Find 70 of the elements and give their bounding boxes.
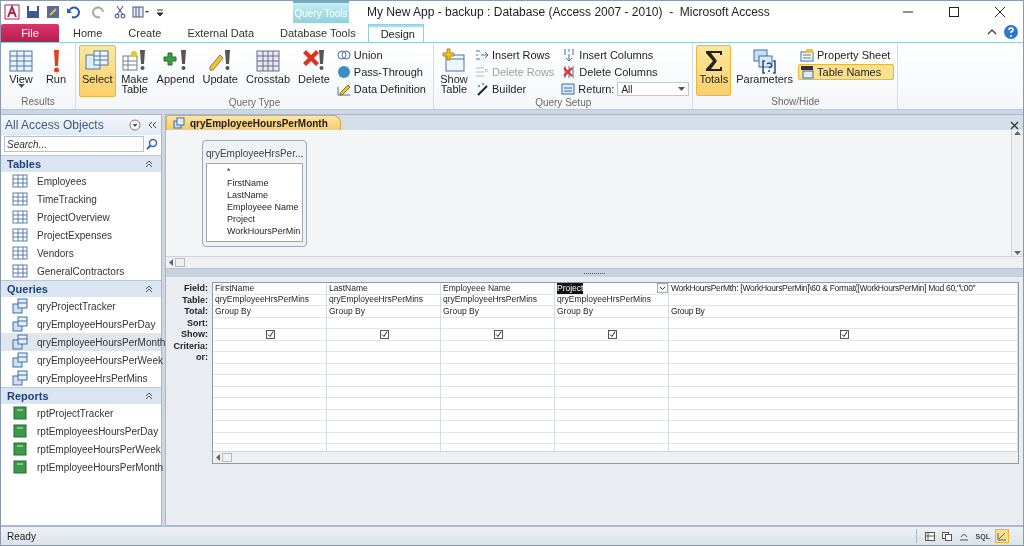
field-cell[interactable]: Employeee Name: [441, 283, 554, 295]
field-cell[interactable]: LastName: [327, 283, 440, 295]
total-cell[interactable]: Group By: [555, 306, 668, 318]
row-label: Total:: [183, 306, 209, 318]
ribbon-button[interactable]: Crosstab: [243, 45, 294, 97]
group-label: Show/Hide: [770, 96, 821, 109]
ribbon-button[interactable]: Run: [40, 45, 72, 96]
field-name[interactable]: *: [227, 166, 231, 178]
ribbon-button[interactable]: Insert Rows: [473, 47, 559, 63]
ribbon-button[interactable]: Table Names: [798, 64, 895, 80]
row-label: Table:: [181, 294, 209, 306]
ribbon-button[interactable]: Union: [334, 47, 430, 63]
nav-section-title[interactable]: Queries: [7, 283, 48, 295]
ribbon-tab[interactable]: File: [1, 24, 59, 42]
ribbon-button[interactable]: Pass-Through: [334, 64, 430, 80]
field-name[interactable]: Employeee Name: [227, 202, 299, 214]
field-name[interactable]: LastName: [227, 190, 269, 202]
ribbon-tab[interactable]: Create: [116, 24, 174, 42]
total-cell[interactable]: Group By: [327, 306, 440, 318]
status-text: Ready: [7, 530, 36, 542]
ribbon-button[interactable]: Select: [79, 45, 116, 97]
ribbon-button[interactable]: Parameters: [733, 45, 797, 96]
total-cell[interactable]: Group By: [669, 306, 1017, 318]
table-cell[interactable]: qryEmployeeHrsPerMins: [555, 294, 668, 306]
ribbon-button[interactable]: View: [4, 45, 38, 96]
row-label: Show:: [180, 329, 209, 341]
group-label: Results: [20, 96, 56, 109]
field-name[interactable]: Project: [227, 214, 255, 226]
context-label: Query Tools: [293, 1, 349, 23]
nav-section-title[interactable]: Tables: [7, 158, 42, 170]
group-label: Query Setup: [534, 97, 593, 109]
field-name[interactable]: FirstName: [227, 178, 269, 190]
ribbon-button[interactable]: Append: [153, 45, 198, 97]
field-cell[interactable]: WorkHoursPerMth: [WorkHoursPerMin]\60 & Format([WorkHoursPerMin] Mod 60,"\:00": [669, 283, 1017, 295]
document-tab[interactable]: qryEmployeeHoursPerMonth: [166, 115, 341, 130]
nav-pane-title: All Access Objects: [5, 118, 104, 132]
ribbon-button[interactable]: Data Definition: [334, 81, 430, 97]
ribbon-button[interactable]: Show Table: [437, 45, 471, 97]
group-label: Query Type: [227, 97, 282, 109]
row-label: Field:: [183, 283, 209, 295]
return-label: Return:: [578, 83, 615, 95]
ribbon-tab[interactable]: Database Tools: [268, 24, 368, 42]
ribbon-tab[interactable]: External Data: [175, 24, 267, 42]
nav-section-title[interactable]: Reports: [7, 390, 49, 402]
window-title: My New App - backup : Database (Access 2007 - 2010) - Microsoft Access: [366, 4, 771, 21]
row-label: or:: [195, 352, 209, 364]
field-list-title: qryEmployeeHrsPer...: [206, 147, 303, 161]
ribbon-button[interactable]: Totals: [696, 45, 732, 96]
table-cell[interactable]: qryEmployeeHrsPerMins: [327, 294, 440, 306]
ribbon-tab[interactable]: Design: [367, 24, 424, 42]
ribbon-button[interactable]: Builder: [473, 81, 559, 97]
ribbon-button[interactable]: Property Sheet: [798, 47, 895, 63]
row-label: Criteria:: [172, 340, 209, 352]
total-cell[interactable]: Group By: [213, 306, 326, 318]
table-cell[interactable]: qryEmployeeHrsPerMins: [213, 294, 326, 306]
ribbon-button[interactable]: Update: [199, 45, 241, 97]
ribbon-button[interactable]: Delete: [295, 45, 333, 97]
return-dropdown[interactable]: All: [617, 82, 690, 96]
field-cell[interactable]: Project: [555, 283, 668, 295]
field-cell[interactable]: FirstName: [213, 283, 326, 295]
row-label: Sort:: [186, 317, 209, 329]
search-field[interactable]: Search...: [4, 136, 144, 152]
ribbon-button[interactable]: Delete Columns: [560, 64, 690, 80]
ribbon-button[interactable]: Insert Columns: [560, 47, 690, 63]
field-list-window[interactable]: qryEmployeeHrsPer... * FirstName LastName Employeee Name Project WorkHoursPerMin: [202, 140, 307, 247]
ribbon-button[interactable]: Make Table: [117, 45, 152, 97]
field-name[interactable]: WorkHoursPerMin: [227, 226, 301, 238]
total-cell[interactable]: Group By: [441, 306, 554, 318]
table-cell[interactable]: qryEmployeeHrsPerMins: [441, 294, 554, 306]
ribbon-tab[interactable]: Home: [61, 24, 115, 42]
